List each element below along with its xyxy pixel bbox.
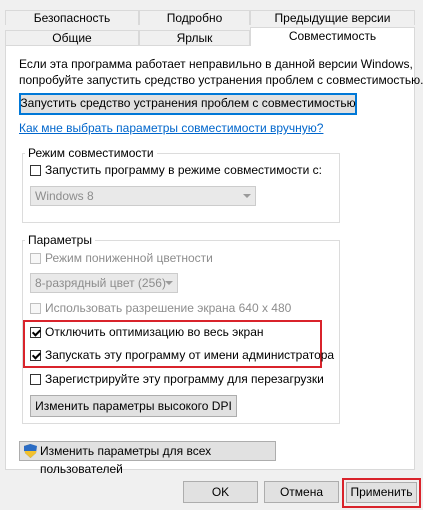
- button-label: Изменить параметры высокого DPI: [35, 399, 232, 413]
- disable-fullscreen-label: Отключить оптимизацию во весь экран: [45, 325, 264, 339]
- chevron-down-icon: [165, 281, 173, 285]
- disable-fullscreen-checkbox[interactable]: [30, 327, 41, 338]
- tab-details[interactable]: Подробно: [139, 10, 250, 25]
- res-640-label: Использовать разрешение экрана 640 x 480: [45, 301, 292, 315]
- tab-label: Ярлык: [176, 31, 213, 45]
- tab-label: Подробно: [166, 11, 223, 25]
- os-version-select[interactable]: Windows 8: [30, 186, 256, 206]
- settings-legend: Параметры: [25, 233, 95, 247]
- highlight-box: [342, 478, 421, 508]
- button-label: Изменить параметры для всех пользователе…: [40, 444, 212, 476]
- tab-compatibility[interactable]: Совместимость: [250, 27, 415, 46]
- shield-icon: [24, 444, 37, 458]
- intro-text-line2: попробуйте запустить средство устранения…: [19, 73, 423, 87]
- button-label: Отмена: [279, 485, 324, 499]
- help-link[interactable]: Как мне выбрать параметры совместимости …: [19, 121, 323, 135]
- reduced-color-label: Режим пониженной цветности: [45, 251, 213, 265]
- res-640-checkbox[interactable]: [30, 303, 41, 314]
- tab-previous-versions[interactable]: Предыдущие версии: [250, 10, 415, 25]
- tab-security[interactable]: Безопасность: [5, 10, 139, 25]
- intro-text-line1: Если эта программа работает неправильно …: [19, 57, 413, 71]
- button-label: OK: [211, 485, 230, 499]
- chevron-down-icon: [243, 194, 251, 198]
- tab-general[interactable]: Общие: [5, 30, 139, 46]
- register-restart-label: Зарегистрируйте эту программу для переза…: [45, 372, 324, 386]
- high-dpi-button[interactable]: Изменить параметры высокого DPI: [30, 395, 237, 417]
- reduced-color-checkbox[interactable]: [30, 253, 41, 264]
- change-all-users-button[interactable]: Изменить параметры для всех пользователе…: [19, 441, 276, 476]
- compat-mode-label: Запустить программу в режиме совместимос…: [45, 163, 322, 177]
- run-as-admin-checkbox[interactable]: [30, 350, 41, 361]
- compat-mode-legend: Режим совместимости: [25, 146, 157, 160]
- ok-button[interactable]: OK: [183, 481, 258, 503]
- color-depth-select[interactable]: 8-разрядный цвет (256): [30, 273, 178, 293]
- tab-label: Общие: [52, 31, 92, 45]
- tab-label: Совместимость: [288, 29, 377, 43]
- register-restart-checkbox[interactable]: [30, 374, 41, 385]
- run-as-admin-label: Запускать эту программу от имени админис…: [45, 348, 335, 362]
- tab-label: Предыдущие версии: [274, 11, 391, 25]
- select-value: 8-разрядный цвет (256): [35, 276, 166, 290]
- button-label: Запустить средство устранения проблем с …: [20, 96, 356, 110]
- cancel-button[interactable]: Отмена: [264, 481, 339, 503]
- run-troubleshooter-button[interactable]: Запустить средство устранения проблем с …: [19, 93, 357, 115]
- tab-label: Безопасность: [33, 11, 111, 25]
- compat-mode-checkbox[interactable]: [30, 165, 41, 176]
- tab-shortcut[interactable]: Ярлык: [139, 30, 250, 46]
- select-value: Windows 8: [35, 189, 94, 203]
